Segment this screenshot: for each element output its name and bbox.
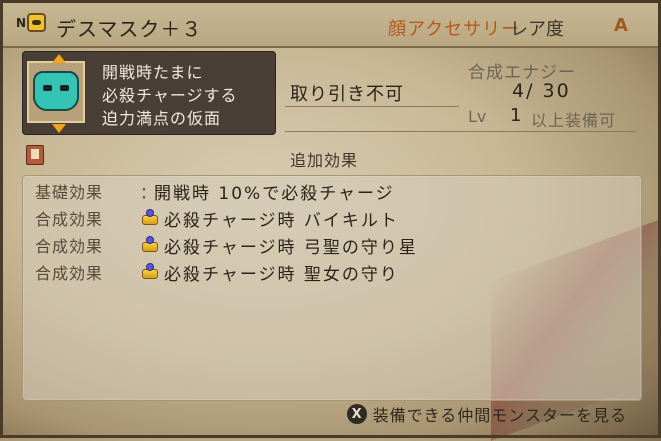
level-requirement-text: 以上装備可 [531,111,617,130]
crown-icon [140,236,160,254]
item-name: デスマスク＋３ [56,17,203,41]
item-header: N デスマスク＋３ 顔アクセサリー レア度 A [0,0,661,48]
death-mask-icon [33,71,79,111]
effects-title: 追加効果 [290,151,359,170]
effect-row-synth-1: 合成効果 必殺チャージ時 バイキルト [35,206,399,231]
divider-line [285,131,635,132]
view-monsters-button[interactable]: X 装備できる仲間モンスターを見る [346,402,627,426]
effect-row-synth-3: 合成効果 必殺チャージ時 聖女の守り [35,260,399,285]
rarity-grade: A [614,15,628,36]
effect-separator: ： [140,183,157,202]
effect-text: 必殺チャージ時 聖女の守り [164,264,399,285]
crown-icon [140,263,160,281]
divider-line [285,106,459,107]
effects-panel: 基礎効果 ： 開戦時 10%で必殺チャージ 合成効果 必殺チャージ時 バイキルト… [22,175,642,401]
effect-label: 合成効果 [35,237,104,256]
effect-row-base: 基礎効果 ： 開戦時 10%で必殺チャージ [35,179,395,204]
arrow-down-icon[interactable] [52,124,66,133]
effect-text: 必殺チャージ時 バイキルト [164,210,399,231]
mask-token-icon [27,13,46,32]
crown-icon [140,209,160,227]
view-monsters-label: 装備できる仲間モンスターを見る [372,406,627,425]
effect-label: 合成効果 [35,210,104,229]
level-value: 1 [510,105,522,126]
effect-text: 開戦時 10%で必殺チャージ [154,183,395,204]
energy-value: 4/ 30 [512,80,571,102]
n-badge: N [16,16,27,30]
description-line-1: 開戦時たまに [102,63,204,82]
rarity-label: レア度 [510,19,564,40]
x-button-icon: X [346,404,367,424]
effect-label: 合成効果 [35,264,104,283]
description-line-2: 必殺チャージする [102,86,238,105]
level-label: Lv [468,107,487,126]
book-icon[interactable] [26,145,44,165]
trade-status: 取り引き不可 [290,84,404,105]
description-line-3: 迫力満点の仮面 [102,109,222,128]
arrow-up-icon[interactable] [52,54,66,63]
effect-text: 必殺チャージ時 弓聖の守り星 [164,237,418,258]
effect-label: 基礎効果 [35,183,104,202]
effect-row-synth-2: 合成効果 必殺チャージ時 弓聖の守り星 [35,233,418,258]
item-category: 顔アクセサリー [388,19,521,40]
